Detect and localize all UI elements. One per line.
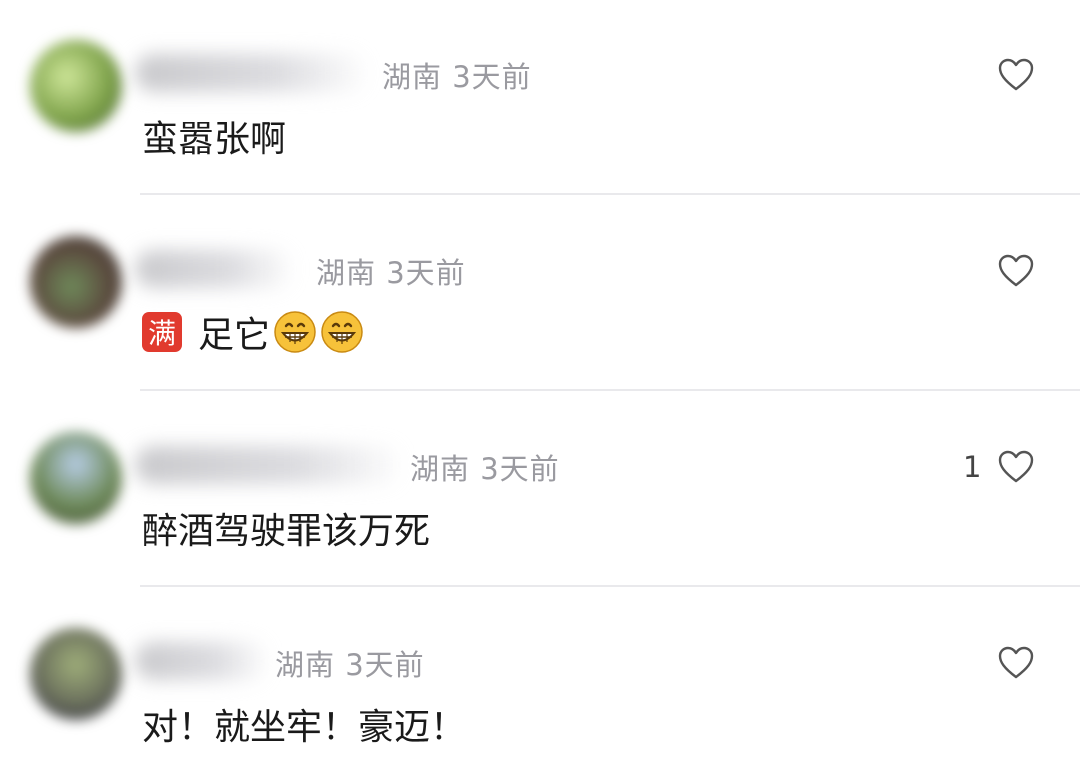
comment-meta: 湖南 3天前 <box>410 446 560 488</box>
location: 湖南 <box>410 452 471 486</box>
heart-icon[interactable] <box>998 646 1034 680</box>
timestamp: 3天前 <box>386 256 466 290</box>
heart-icon[interactable] <box>998 450 1034 484</box>
man-badge-emoji: 满 <box>142 312 182 352</box>
comment-text-content: 足它 <box>198 315 271 356</box>
divider <box>140 389 1080 391</box>
avatar[interactable] <box>30 40 122 132</box>
comment-text: 蛮嚣张啊 <box>142 110 286 162</box>
comment-text-content: 醉酒驾驶罪该万死 <box>142 511 431 552</box>
comment-text: 醉酒驾驶罪该万死 <box>142 502 430 554</box>
username-blurred[interactable] <box>135 446 405 484</box>
username-blurred[interactable] <box>135 250 295 288</box>
username-blurred[interactable] <box>135 642 270 680</box>
grinning-face-emoji-icon <box>274 311 316 353</box>
avatar[interactable] <box>30 628 122 720</box>
divider <box>140 585 1080 587</box>
heart-icon[interactable] <box>998 254 1034 288</box>
timestamp: 3天前 <box>480 452 560 486</box>
comment-item: 湖南 3天前 满 足它 <box>0 196 1080 392</box>
like-count: 1 <box>963 450 982 484</box>
comment-meta: 湖南 3天前 <box>316 250 466 292</box>
divider <box>140 193 1080 195</box>
comment-item: 湖南 3天前 蛮嚣张啊 <box>0 0 1080 196</box>
timestamp: 3天前 <box>345 648 425 682</box>
comment-text-content: 对！就坐牢！豪迈！ <box>142 707 467 748</box>
comment-text-content: 蛮嚣张啊 <box>142 119 287 160</box>
comment-meta: 湖南 3天前 <box>382 54 532 96</box>
comment-text: 对！就坐牢！豪迈！ <box>142 698 466 750</box>
avatar[interactable] <box>30 432 122 524</box>
comment-item: 湖南 3天前 对！就坐牢！豪迈！ <box>0 588 1080 784</box>
username-blurred[interactable] <box>135 54 370 92</box>
location: 湖南 <box>382 60 443 94</box>
location: 湖南 <box>316 256 377 290</box>
heart-icon[interactable] <box>998 58 1034 92</box>
avatar[interactable] <box>30 236 122 328</box>
comment-meta: 湖南 3天前 <box>275 642 425 684</box>
timestamp: 3天前 <box>452 60 532 94</box>
comment-text: 满 足它 <box>142 306 364 358</box>
grinning-face-emoji-icon <box>321 311 363 353</box>
location: 湖南 <box>275 648 336 682</box>
comment-item: 湖南 3天前 醉酒驾驶罪该万死 1 <box>0 392 1080 588</box>
